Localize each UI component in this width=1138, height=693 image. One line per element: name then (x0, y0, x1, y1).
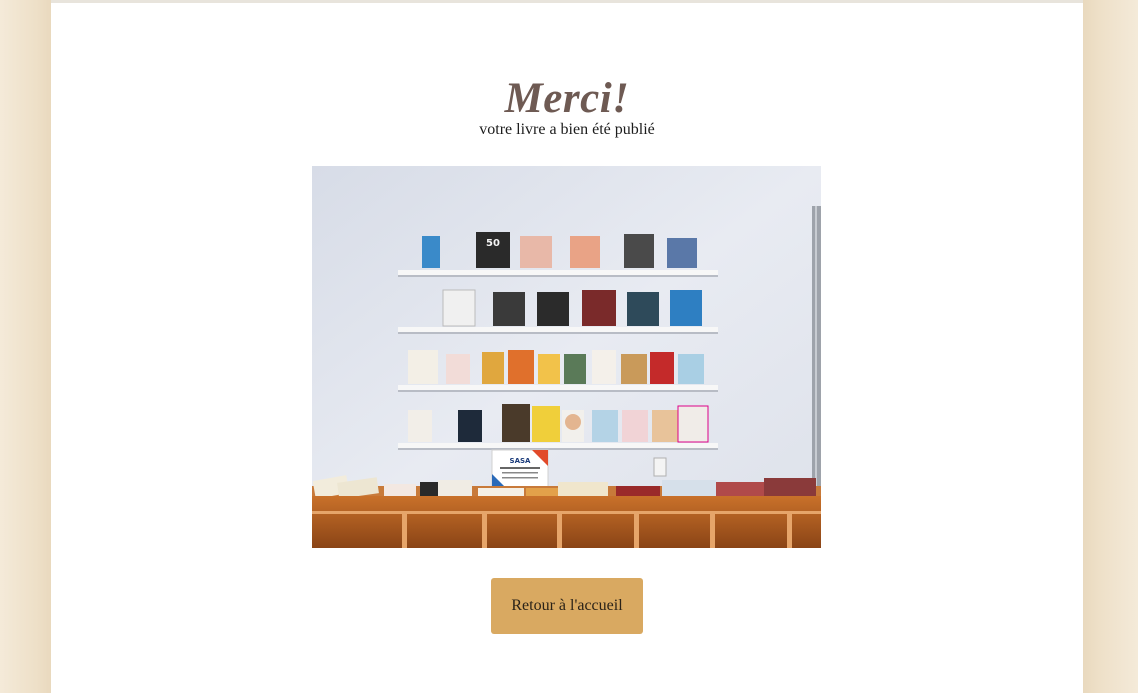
price-sign: SASA (491, 449, 549, 491)
thanks-title: Merci! (504, 75, 630, 122)
right-side-background (1083, 0, 1138, 693)
shelf-row-3 (408, 350, 704, 384)
bookshelf-photo: 50 SASA (312, 166, 821, 548)
home-button[interactable]: Retour à l'accueil (491, 578, 643, 634)
svg-text:50: 50 (486, 238, 500, 249)
confirmation-panel: Merci! votre livre a bien été publié 50 … (51, 0, 1083, 693)
published-message: votre livre a bien été publié (479, 121, 655, 138)
svg-text:SASA: SASA (510, 457, 532, 465)
left-side-background (0, 0, 51, 693)
